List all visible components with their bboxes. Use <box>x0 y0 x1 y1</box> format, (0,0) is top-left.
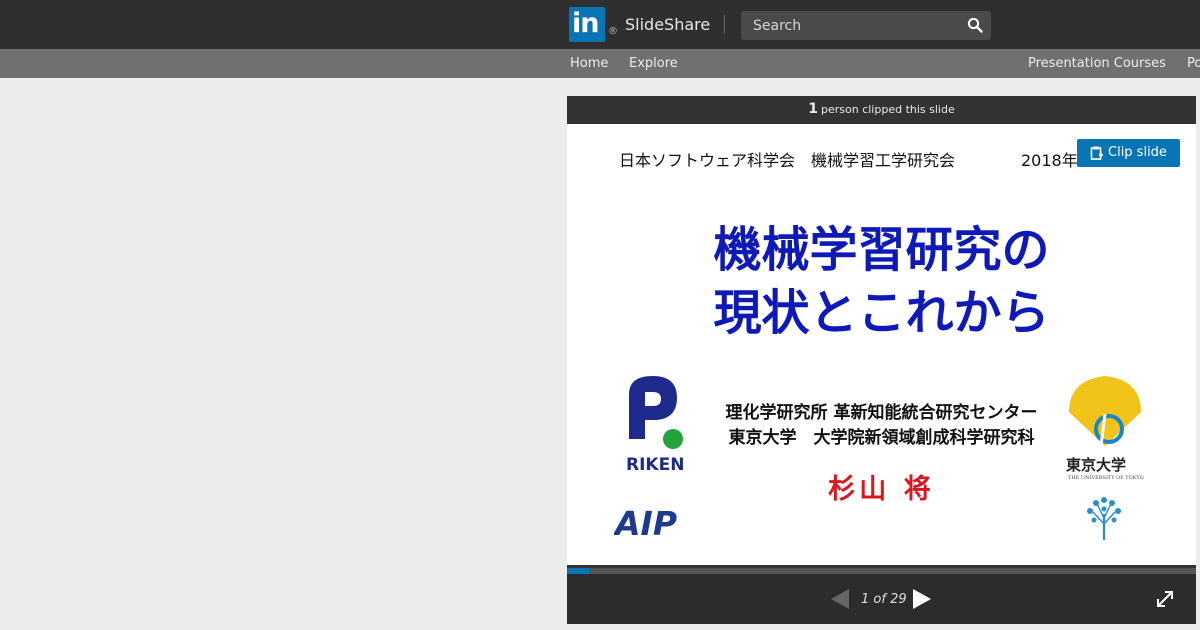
fullscreen-icon[interactable] <box>1156 590 1174 608</box>
slide-title-line2: 現状とこれから <box>713 285 1050 341</box>
nav-home[interactable]: Home <box>570 56 608 71</box>
previous-slide-button[interactable] <box>831 589 849 609</box>
slide-year: 2018年 <box>1021 151 1078 170</box>
aip-logo-text: AIP <box>614 504 677 542</box>
search-icon[interactable] <box>967 17 983 33</box>
nav-presentation-courses[interactable]: Presentation Courses <box>1028 56 1166 71</box>
linkedin-logo-text: in <box>572 8 600 39</box>
search-box <box>741 11 991 40</box>
player-controls: 1 of 29 <box>567 574 1196 624</box>
registered-mark: ® <box>608 26 618 37</box>
linkedin-logo[interactable]: in <box>569 7 605 42</box>
brand-name[interactable]: SlideShare <box>625 15 710 34</box>
slide-title-line1: 機械学習研究の <box>713 222 1050 278</box>
riken-logo-text: RIKEN <box>626 455 684 474</box>
clip-slide-button[interactable]: Clip slide <box>1077 139 1180 167</box>
header-divider <box>724 15 725 34</box>
slide-player: 1 person clipped this slide Clip slide 日本… <box>567 96 1196 624</box>
slide-canvas: Clip slide 日本ソフトウェア科学会 機械学習工学研究会 2018年 機… <box>567 124 1196 565</box>
clipboard-icon <box>1090 146 1103 160</box>
next-slide-button[interactable] <box>913 589 931 609</box>
slide-title: 機械学習研究の 現状とこれから <box>567 219 1196 345</box>
aip-logo: AIP <box>614 504 677 542</box>
search-input[interactable] <box>741 11 958 40</box>
slide-header: 日本ソフトウェア科学会 機械学習工学研究会 <box>619 151 956 170</box>
utokyo-logo-subtext: THE UNIVERSITY OF TOKYO <box>1068 475 1144 481</box>
utokyo-logo-text: 東京大学 <box>1066 456 1126 474</box>
clip-count-bar: 1 person clipped this slide <box>567 96 1196 124</box>
clip-count: 1 <box>808 101 818 117</box>
nav-explore[interactable]: Explore <box>629 56 678 71</box>
nav-powerpoint-courses-truncated[interactable]: Po <box>1187 56 1200 71</box>
top-header: in ® SlideShare <box>0 0 1200 49</box>
main-nav: Home Explore Presentation Courses Po <box>0 49 1200 78</box>
clip-count-text: person clipped this slide <box>821 103 955 116</box>
page-indicator: 1 of 29 <box>861 592 907 607</box>
riken-logo: RIKEN <box>626 376 684 474</box>
tree-logo <box>1087 497 1121 540</box>
clip-slide-label: Clip slide <box>1108 145 1167 160</box>
utokyo-logo: 東京大学 THE UNIVERSITY OF TOKYO <box>1066 376 1144 481</box>
